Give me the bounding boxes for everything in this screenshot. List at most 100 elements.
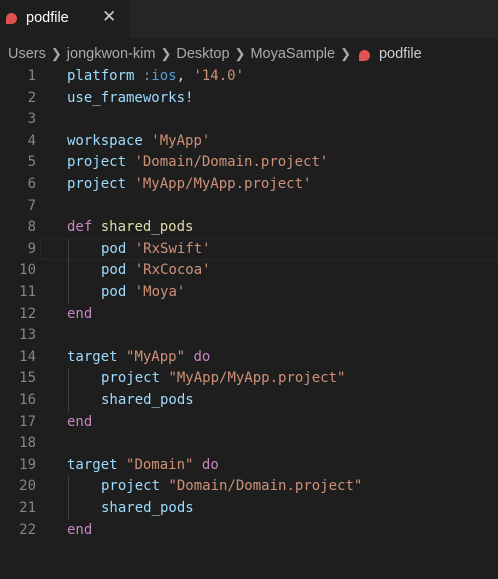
code-line[interactable]: 11 pod 'Moya' bbox=[0, 282, 498, 304]
line-number: 13 bbox=[19, 327, 36, 344]
code-token: "MyApp" bbox=[126, 348, 186, 365]
code-token: platform bbox=[67, 68, 135, 84]
code-token: workspace bbox=[67, 132, 143, 149]
indent-guide bbox=[68, 260, 69, 282]
code-text: project "Domain/Domain.project" bbox=[101, 476, 362, 498]
breadcrumb-item-desktop[interactable]: Desktop bbox=[176, 46, 229, 62]
breadcrumb-item-project[interactable]: MoyaSample bbox=[250, 46, 335, 62]
code-text: project "MyApp/MyApp.project" bbox=[101, 368, 345, 390]
code-line[interactable]: 15 project "MyApp/MyApp.project" bbox=[0, 368, 498, 390]
ruby-icon bbox=[6, 13, 17, 24]
code-token: shared_pods bbox=[100, 219, 194, 236]
tab-bar: podfile ✕ bbox=[0, 0, 498, 38]
line-number: 10 bbox=[19, 262, 36, 279]
code-token: project bbox=[101, 370, 161, 387]
code-line[interactable]: 5 project 'Domain/Domain.project' bbox=[0, 152, 498, 174]
close-icon[interactable]: ✕ bbox=[102, 8, 116, 26]
code-text: def shared_pods bbox=[67, 217, 193, 239]
breadcrumb-item-users[interactable]: Users bbox=[8, 46, 46, 62]
code-line[interactable]: 20 project "Domain/Domain.project" bbox=[0, 476, 498, 498]
code-token: pod bbox=[101, 262, 127, 279]
code-text: project 'MyApp/MyApp.project' bbox=[67, 174, 311, 196]
line-number: 7 bbox=[27, 197, 36, 214]
code-line[interactable]: 6 project 'MyApp/MyApp.project' bbox=[0, 174, 498, 196]
code-line[interactable]: 10 pod 'RxCocoa' bbox=[0, 260, 498, 282]
indent-guide bbox=[68, 368, 69, 390]
indent-guide bbox=[68, 282, 69, 304]
indent-guide bbox=[68, 476, 69, 498]
code-line[interactable]: 1 platform :ios, '14.0' bbox=[0, 66, 498, 88]
line-number: 16 bbox=[19, 392, 36, 408]
code-editor[interactable]: 1 platform :ios, '14.0' 2 use_frameworks! 3 4… bbox=[0, 66, 498, 556]
chevron-right-icon: ❯ bbox=[234, 46, 246, 61]
code-token: target bbox=[67, 456, 118, 473]
code-line[interactable]: 21 shared_pods bbox=[0, 498, 498, 520]
code-line[interactable]: 19 target "Domain" do bbox=[0, 455, 498, 477]
code-line[interactable]: 22 end bbox=[0, 520, 498, 542]
code-line[interactable]: 3 bbox=[0, 109, 498, 131]
code-line[interactable]: 17 end bbox=[0, 412, 498, 434]
code-line[interactable]: 16 shared_pods bbox=[0, 390, 498, 412]
code-text: workspace 'MyApp' bbox=[67, 131, 210, 153]
code-token: end bbox=[67, 521, 93, 538]
code-text: pod 'RxSwift' bbox=[101, 239, 211, 261]
code-token: shared_pods bbox=[101, 500, 194, 516]
code-text: end bbox=[67, 412, 92, 434]
code-line[interactable]: 13 bbox=[0, 325, 498, 347]
code-text: end bbox=[67, 304, 92, 326]
code-token: :ios bbox=[142, 68, 177, 84]
breadcrumb-item-file[interactable]: podfile bbox=[379, 46, 422, 62]
code-text: end bbox=[67, 520, 92, 542]
code-text: platform :ios, '14.0' bbox=[67, 66, 244, 88]
breadcrumb-item-user[interactable]: jongkwon-kim bbox=[67, 46, 156, 62]
line-number: 21 bbox=[19, 500, 36, 516]
line-number: 8 bbox=[27, 219, 36, 236]
code-line[interactable]: 2 use_frameworks! bbox=[0, 88, 498, 110]
code-token: 'RxSwift' bbox=[134, 240, 211, 257]
code-token: do bbox=[193, 348, 211, 365]
indent-guide bbox=[68, 390, 69, 412]
code-token: pod bbox=[101, 240, 127, 257]
line-number: 17 bbox=[19, 413, 36, 430]
indent-guide bbox=[68, 498, 69, 520]
code-line[interactable]: 9 pod 'RxSwift' bbox=[0, 237, 498, 261]
code-token: project bbox=[101, 478, 161, 495]
tab-podfile[interactable]: podfile ✕ bbox=[0, 0, 130, 38]
code-text: target "Domain" do bbox=[67, 455, 219, 477]
code-token: 'RxCocoa' bbox=[134, 262, 211, 279]
code-token: '14.0' bbox=[193, 68, 245, 84]
code-token: "Domain" bbox=[126, 456, 194, 473]
code-line[interactable]: 4 workspace 'MyApp' bbox=[0, 131, 498, 153]
line-number: 18 bbox=[19, 435, 36, 452]
code-token: "MyApp/MyApp.project" bbox=[168, 370, 346, 387]
code-line[interactable]: 14 target "MyApp" do bbox=[0, 347, 498, 369]
code-line[interactable]: 18 bbox=[0, 433, 498, 455]
code-token: end bbox=[67, 305, 93, 322]
line-number: 22 bbox=[19, 521, 36, 538]
code-token: project bbox=[67, 176, 127, 192]
code-text: target "MyApp" do bbox=[67, 347, 210, 369]
code-token: 'Domain/Domain.project' bbox=[134, 154, 329, 171]
code-line[interactable]: 8 def shared_pods bbox=[0, 217, 498, 239]
ruby-icon bbox=[358, 49, 370, 61]
line-number: 3 bbox=[27, 111, 36, 128]
code-token: use_frameworks! bbox=[67, 89, 194, 106]
line-number: 6 bbox=[27, 176, 36, 192]
chevron-right-icon: ❯ bbox=[50, 46, 62, 61]
code-text: pod 'RxCocoa' bbox=[101, 260, 211, 282]
line-number: 4 bbox=[27, 132, 36, 149]
code-token: end bbox=[67, 413, 93, 430]
indent-guide bbox=[68, 238, 69, 261]
chevron-right-icon: ❯ bbox=[160, 46, 172, 61]
code-line[interactable]: 12 end bbox=[0, 304, 498, 326]
code-token: do bbox=[201, 456, 219, 473]
code-token: "Domain/Domain.project" bbox=[168, 478, 363, 495]
line-number: 1 bbox=[27, 68, 36, 84]
code-line[interactable]: 7 bbox=[0, 196, 498, 218]
